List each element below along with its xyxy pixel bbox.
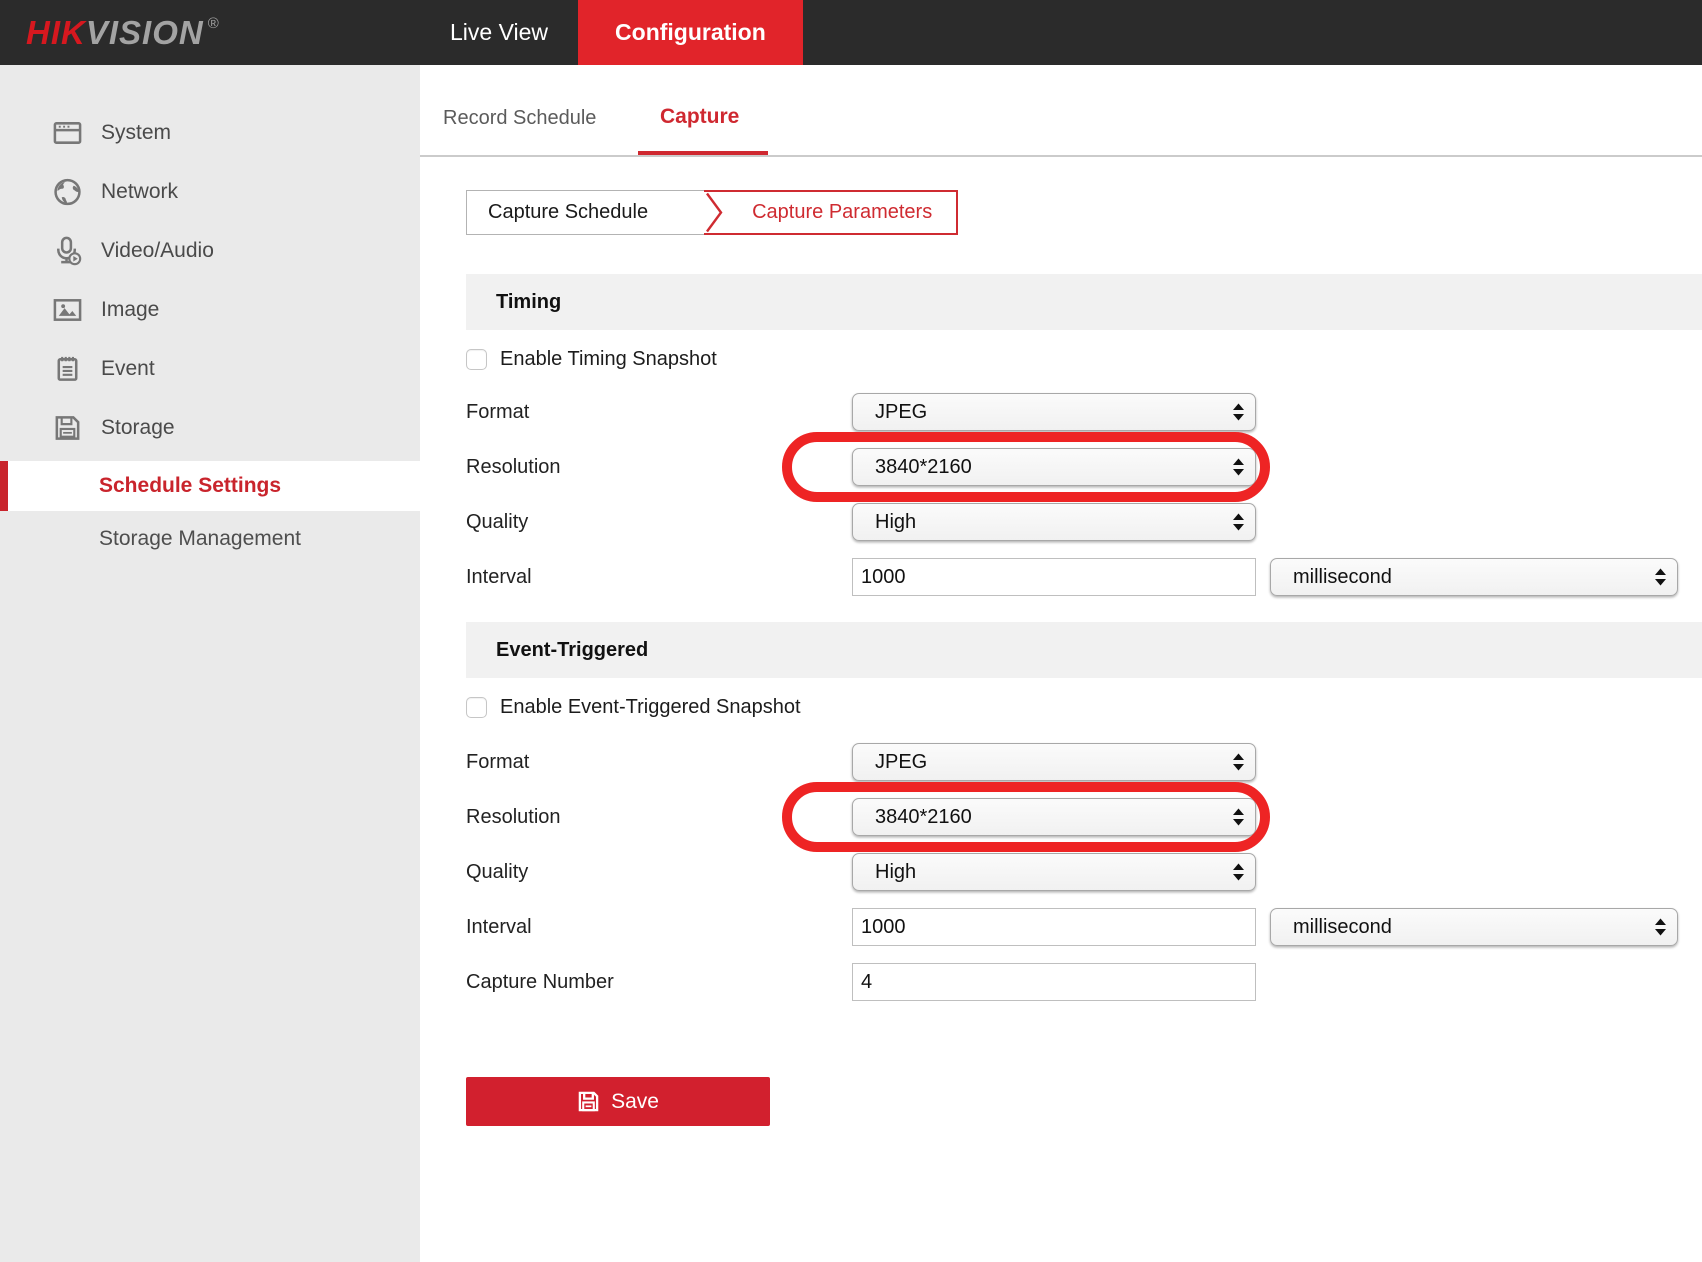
event-interval-input[interactable] <box>852 908 1256 946</box>
select-arrows-icon <box>1233 404 1244 421</box>
sidebar-item-label: Schedule Settings <box>99 474 281 498</box>
nav-tab-configuration[interactable]: Configuration <box>578 0 803 65</box>
event-format-select[interactable]: JPEG <box>852 743 1256 781</box>
event-triggered-section-title: Event-Triggered <box>496 639 648 661</box>
timing-quality-value: High <box>875 511 916 534</box>
timing-interval-input[interactable] <box>852 558 1256 596</box>
event-resolution-value: 3840*2160 <box>875 806 972 829</box>
event-triggered-section-header: Event-Triggered <box>466 622 1702 678</box>
timing-resolution-row: Resolution 3840*2160 <box>466 448 1702 486</box>
system-window-icon <box>52 118 83 149</box>
selected-indicator-bar <box>0 461 8 511</box>
image-icon <box>52 295 83 326</box>
quality-label: Quality <box>466 853 528 891</box>
event-notepad-icon <box>52 354 83 385</box>
main-content: Record Schedule Capture Capture Schedule… <box>420 65 1702 1262</box>
timing-section-header: Timing <box>466 274 1702 330</box>
logo-registered-mark: ® <box>208 15 220 32</box>
format-label: Format <box>466 393 529 431</box>
logo-vision: VISION <box>86 14 204 52</box>
logo-hik: HIK <box>26 14 86 52</box>
capture-subtabs: Capture Schedule Capture Parameters <box>466 190 958 235</box>
top-bar: HIKVISION® Live View Configuration <box>0 0 1702 65</box>
interval-label: Interval <box>466 908 532 946</box>
resolution-label: Resolution <box>466 798 561 836</box>
save-disk-icon <box>577 1090 600 1113</box>
interval-label: Interval <box>466 558 532 596</box>
sidebar-item-system[interactable]: System <box>0 111 420 155</box>
save-button-label: Save <box>611 1090 659 1114</box>
sidebar-item-label: System <box>101 121 171 145</box>
sidebar-item-label: Storage Management <box>99 527 301 551</box>
timing-section-title: Timing <box>496 291 561 313</box>
event-resolution-select[interactable]: 3840*2160 <box>852 798 1256 836</box>
sidebar-item-video-audio[interactable]: Video/Audio <box>0 229 420 273</box>
sidebar-item-label: Network <box>101 180 178 204</box>
subtab-chevron-icon <box>704 190 728 235</box>
timing-quality-select[interactable]: High <box>852 503 1256 541</box>
format-label: Format <box>466 743 529 781</box>
timing-format-row: Format JPEG <box>466 393 1702 431</box>
event-quality-value: High <box>875 861 916 884</box>
event-quality-row: Quality High <box>466 853 1702 891</box>
sidebar: System Network Video/Audio <box>0 65 420 1262</box>
select-arrows-icon <box>1233 809 1244 826</box>
tab-capture[interactable]: Capture <box>660 105 739 129</box>
save-button[interactable]: Save <box>466 1077 770 1126</box>
enable-event-triggered-snapshot-checkbox[interactable] <box>466 697 487 718</box>
tab-record-schedule[interactable]: Record Schedule <box>443 107 596 130</box>
enable-timing-snapshot-label: Enable Timing Snapshot <box>500 348 717 371</box>
subtab-capture-schedule[interactable]: Capture Schedule <box>466 190 704 235</box>
timing-interval-unit-select[interactable]: millisecond <box>1270 558 1678 596</box>
timing-resolution-value: 3840*2160 <box>875 456 972 479</box>
select-arrows-icon <box>1655 919 1666 936</box>
timing-interval-unit-value: millisecond <box>1293 566 1392 589</box>
sidebar-item-label: Event <box>101 357 155 381</box>
event-quality-select[interactable]: High <box>852 853 1256 891</box>
sidebar-item-label: Video/Audio <box>101 239 214 263</box>
select-arrows-icon <box>1655 569 1666 586</box>
hikvision-logo: HIKVISION® <box>26 0 220 65</box>
capture-number-label: Capture Number <box>466 963 614 1001</box>
event-format-value: JPEG <box>875 751 927 774</box>
sidebar-item-schedule-settings[interactable]: Schedule Settings <box>0 461 420 511</box>
globe-icon <box>52 177 83 208</box>
storage-disk-icon <box>52 413 83 444</box>
select-arrows-icon <box>1233 864 1244 881</box>
timing-interval-row: Interval millisecond <box>466 558 1702 596</box>
nav-tab-live-view[interactable]: Live View <box>420 0 578 65</box>
sidebar-item-storage[interactable]: Storage <box>0 406 420 450</box>
sidebar-item-network[interactable]: Network <box>0 170 420 214</box>
enable-timing-snapshot-row: Enable Timing Snapshot <box>466 346 717 372</box>
timing-format-value: JPEG <box>875 401 927 424</box>
sidebar-item-storage-management[interactable]: Storage Management <box>0 515 420 563</box>
select-arrows-icon <box>1233 459 1244 476</box>
timing-format-select[interactable]: JPEG <box>852 393 1256 431</box>
enable-event-triggered-snapshot-row: Enable Event-Triggered Snapshot <box>466 694 801 720</box>
sidebar-item-label: Image <box>101 298 159 322</box>
capture-number-row: Capture Number <box>466 963 1702 1001</box>
enable-timing-snapshot-checkbox[interactable] <box>466 349 487 370</box>
event-interval-row: Interval millisecond <box>466 908 1702 946</box>
select-arrows-icon <box>1233 514 1244 531</box>
quality-label: Quality <box>466 503 528 541</box>
event-format-row: Format JPEG <box>466 743 1702 781</box>
capture-number-input[interactable] <box>852 963 1256 1001</box>
timing-quality-row: Quality High <box>466 503 1702 541</box>
event-interval-unit-select[interactable]: millisecond <box>1270 908 1678 946</box>
sidebar-item-image[interactable]: Image <box>0 288 420 332</box>
enable-event-triggered-snapshot-label: Enable Event-Triggered Snapshot <box>500 696 801 719</box>
microphone-icon <box>52 236 83 267</box>
timing-resolution-select[interactable]: 3840*2160 <box>852 448 1256 486</box>
sidebar-item-event[interactable]: Event <box>0 347 420 391</box>
tabs-divider <box>420 155 1702 157</box>
sidebar-item-label: Storage <box>101 416 175 440</box>
resolution-label: Resolution <box>466 448 561 486</box>
top-nav: Live View Configuration <box>420 0 803 65</box>
subtab-capture-parameters[interactable]: Capture Parameters <box>728 190 958 235</box>
select-arrows-icon <box>1233 754 1244 771</box>
event-interval-unit-value: millisecond <box>1293 916 1392 939</box>
event-resolution-row: Resolution 3840*2160 <box>466 798 1702 836</box>
